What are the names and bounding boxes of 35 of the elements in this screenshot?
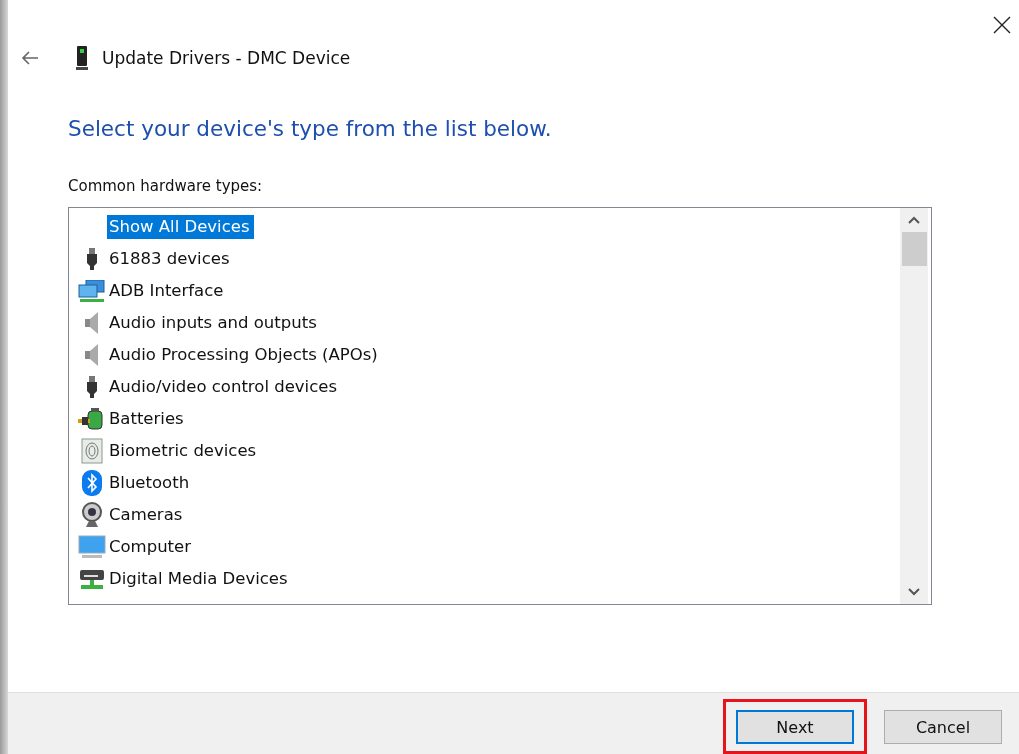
list-item[interactable]: Bluetooth bbox=[107, 471, 194, 495]
monitor-icon bbox=[78, 535, 106, 559]
media-device-icon bbox=[79, 568, 105, 590]
dialog-button[interactable]: Next bbox=[736, 710, 854, 744]
list-item[interactable]: Audio Processing Objects (APOs) bbox=[107, 343, 382, 367]
list-item[interactable]: Cameras bbox=[107, 503, 187, 527]
scroll-thumb[interactable] bbox=[901, 232, 927, 266]
speaker-icon bbox=[84, 311, 100, 335]
dialog-button[interactable]: Cancel bbox=[884, 710, 1002, 744]
list-item[interactable]: Digital Media Devices bbox=[107, 567, 292, 591]
speaker-icon bbox=[84, 343, 100, 367]
fingerprint-icon bbox=[81, 438, 103, 464]
list-item[interactable]: Biometric devices bbox=[107, 439, 261, 463]
list-item[interactable]: Audio inputs and outputs bbox=[107, 311, 321, 335]
list-item[interactable]: Computer bbox=[107, 535, 196, 559]
scrollbar[interactable] bbox=[900, 208, 928, 604]
webcam-icon bbox=[81, 502, 103, 528]
list-item[interactable]: Audio/video control devices bbox=[107, 375, 341, 399]
caret-down-icon bbox=[908, 588, 920, 596]
plug-icon bbox=[86, 376, 98, 398]
back-arrow-icon bbox=[21, 51, 39, 65]
page-heading: Select your device's type from the list below. bbox=[68, 116, 553, 141]
device-icon bbox=[76, 46, 88, 70]
bluetooth-icon bbox=[82, 470, 102, 496]
window-title: Update Drivers - DMC Device bbox=[102, 48, 351, 68]
list-item[interactable]: Show All Devices bbox=[107, 215, 254, 239]
caret-up-icon bbox=[908, 216, 920, 224]
network-icon bbox=[78, 280, 106, 302]
list-item[interactable]: 61883 devices bbox=[107, 247, 234, 271]
plug-icon bbox=[86, 248, 98, 270]
list-item[interactable]: ADB Interface bbox=[107, 279, 228, 303]
close-icon bbox=[993, 16, 1011, 34]
list-item[interactable]: Batteries bbox=[107, 407, 188, 431]
list-label: Common hardware types: bbox=[68, 177, 264, 195]
battery-icon bbox=[78, 407, 106, 431]
